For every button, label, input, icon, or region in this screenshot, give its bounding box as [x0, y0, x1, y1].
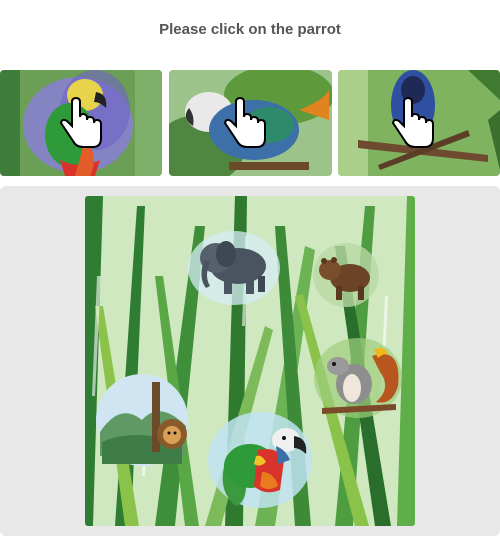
animal-bear[interactable]	[312, 242, 380, 308]
animal-parrot[interactable]	[206, 410, 314, 510]
captcha-prompt: Please click on the parrot	[159, 21, 341, 38]
hand-pointer-icon	[391, 96, 436, 152]
animal-squirrel[interactable]	[312, 336, 404, 420]
animal-lion[interactable]	[92, 372, 192, 468]
hand-pointer-icon	[59, 96, 104, 152]
animal-elephant[interactable]	[186, 228, 282, 306]
hand-pointer-icon	[223, 96, 268, 152]
